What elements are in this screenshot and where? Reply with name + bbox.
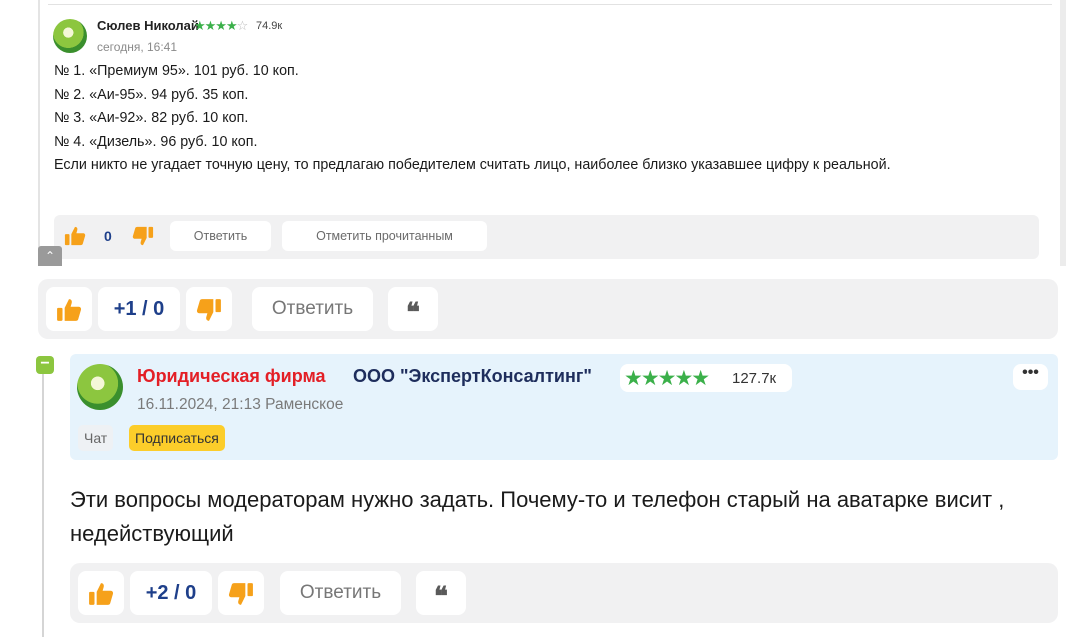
quote-icon[interactable]: ❝	[388, 287, 438, 331]
text-line: № 1. «Премиум 95». 101 руб. 10 коп.	[54, 63, 299, 79]
like-button[interactable]	[46, 287, 92, 331]
thumbs-up-icon	[88, 581, 114, 607]
thread-line	[42, 368, 44, 637]
vote-count: 0	[104, 228, 112, 244]
text-line: № 2. «Аи-95». 94 руб. 35 коп.	[54, 86, 249, 103]
author-name[interactable]: ООО "ЭкспертКонсалтинг"	[353, 366, 592, 387]
quote-icon[interactable]: ❝	[416, 571, 466, 615]
like-button[interactable]	[78, 571, 124, 615]
reply-button[interactable]: Ответить	[170, 221, 271, 251]
thumbs-down-icon[interactable]	[132, 225, 154, 247]
avatar[interactable]	[77, 364, 123, 410]
dislike-button[interactable]	[186, 287, 232, 331]
text-line: № 3. «Аи-92». 82 руб. 10 коп.	[54, 110, 249, 126]
text-line: № 4. «Дизель». 96 руб. 10 коп.	[54, 133, 258, 150]
reply-button[interactable]: Ответить	[280, 571, 401, 615]
comment-action-bar: +2 / 0 Ответить ❝	[70, 563, 1058, 623]
thumbs-down-icon	[228, 581, 254, 607]
author-org-type[interactable]: Юридическая фирма	[137, 366, 326, 387]
rating-value: 74.9к	[256, 20, 283, 32]
rating-stars: ★★★★★	[624, 367, 710, 390]
chat-button[interactable]: Чат	[78, 425, 114, 451]
more-options-icon[interactable]: •••	[1013, 364, 1048, 390]
avatar[interactable]	[53, 19, 87, 53]
post-action-bar: +1 / 0 Ответить ❝	[38, 279, 1058, 339]
rating-value: 127.7к	[732, 370, 777, 387]
mark-read-button[interactable]: Отметить прочитанным	[282, 221, 487, 251]
vote-score: +1 / 0	[98, 287, 180, 331]
divider	[48, 4, 1052, 5]
comment-time: сегодня, 16:41	[97, 40, 178, 54]
subscribe-button[interactable]: Подписаться	[129, 425, 225, 451]
text-line: Если никто не угадает точную цену, то пр…	[54, 157, 891, 173]
thumbs-up-icon	[56, 297, 82, 323]
reply-button[interactable]: Ответить	[252, 287, 373, 331]
collapse-icon[interactable]: −	[36, 356, 54, 374]
comment-meta: 16.11.2024, 21:13 Раменское	[137, 396, 344, 413]
comment-text: № 1. «Премиум 95». 101 руб. 10 коп. № 2.…	[54, 60, 1034, 178]
thumbs-up-icon[interactable]	[64, 225, 86, 247]
dislike-button[interactable]	[218, 571, 264, 615]
thumbs-down-icon	[196, 297, 222, 323]
comment-text: Эти вопросы модераторам нужно задать. По…	[70, 487, 1005, 546]
quoted-action-bar: 0 Ответить Отметить прочитанным	[54, 215, 1039, 259]
scroll-up-icon[interactable]: ⌃	[38, 246, 62, 266]
author-name[interactable]: Сюлев Николай	[97, 18, 199, 33]
vote-score: +2 / 0	[130, 571, 212, 615]
rating-stars: ★★★★☆	[194, 18, 248, 33]
